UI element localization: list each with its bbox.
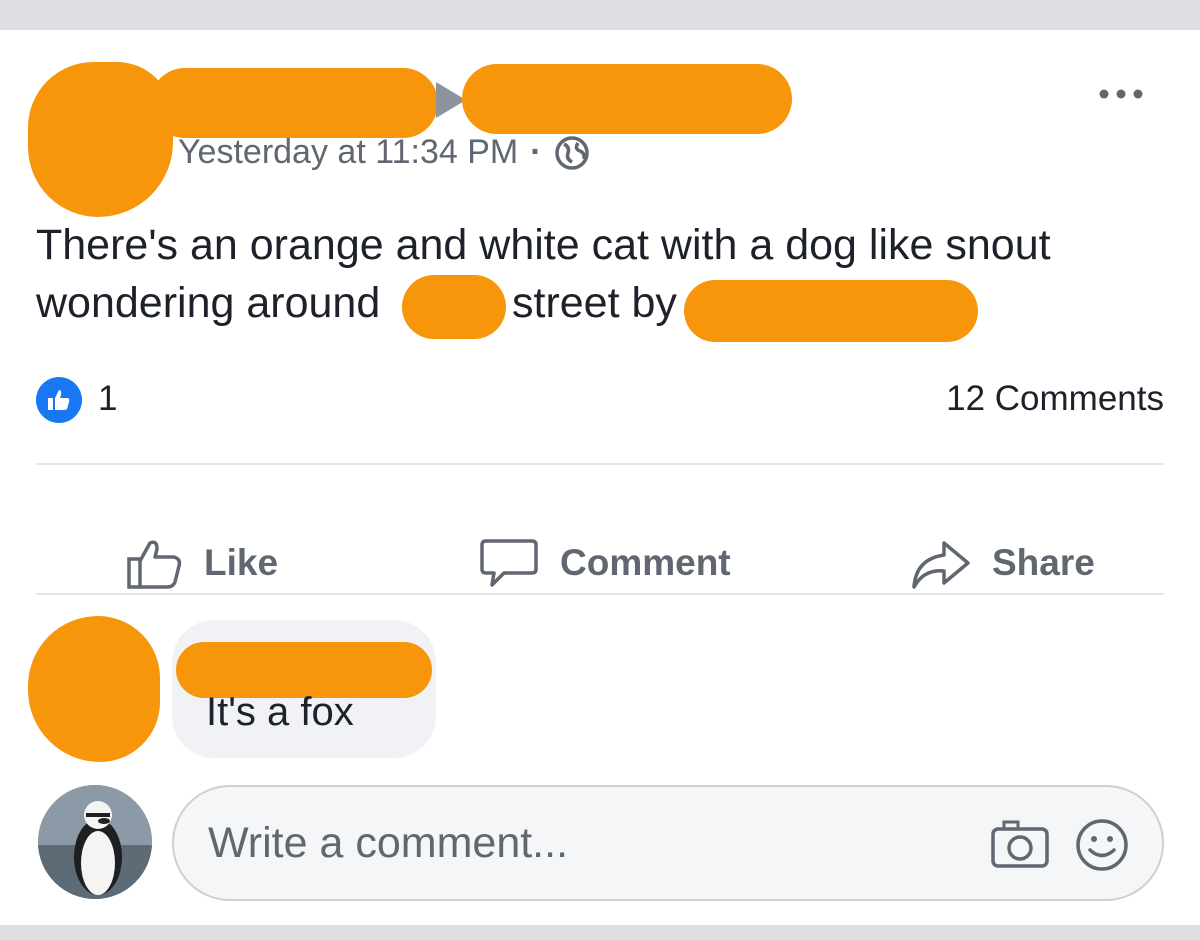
post-text-line-1: There's an orange and white cat with a d…	[36, 221, 1051, 269]
share-button[interactable]: Share	[910, 528, 1095, 598]
current-user-avatar[interactable]	[38, 785, 152, 899]
redacted-location	[684, 280, 978, 342]
post-text-line-2: wondering around street by	[36, 274, 1176, 332]
globe-icon	[554, 135, 589, 170]
like-outline-icon	[127, 540, 182, 589]
redacted-target-name[interactable]	[462, 64, 792, 134]
thumbs-up-icon	[48, 390, 70, 410]
meta-separator: ·	[530, 133, 542, 171]
comment-text: It's a fox	[206, 690, 354, 734]
more-options-icon[interactable]	[1098, 87, 1144, 101]
like-count[interactable]: 1	[98, 379, 117, 419]
post-timestamp[interactable]: Yesterday at 11:34 PM	[178, 133, 518, 172]
post-card: Yesterday at 11:34 PM · There's an orang…	[0, 30, 1200, 925]
post-text-segment-b: street by	[512, 279, 677, 327]
emoji-icon[interactable]	[1074, 817, 1130, 873]
comment-input[interactable]: Write a comment...	[172, 785, 1164, 901]
redacted-commenter-avatar[interactable]	[28, 616, 160, 762]
comment-label: Comment	[560, 542, 731, 583]
post-meta: Yesterday at 11:34 PM ·	[178, 133, 590, 172]
camera-icon[interactable]	[990, 819, 1050, 869]
comment-input-placeholder: Write a comment...	[208, 819, 569, 867]
redacted-author-avatar[interactable]	[28, 62, 173, 217]
share-label: Share	[992, 542, 1095, 583]
like-badge[interactable]	[36, 377, 82, 423]
like-button[interactable]: Like	[124, 528, 278, 598]
redacted-street-name	[402, 275, 506, 339]
post-body: There's an orange and white cat with a d…	[36, 216, 1176, 332]
comment-button[interactable]: Comment	[478, 528, 731, 598]
penguin-avatar-icon	[38, 785, 152, 899]
divider-bottom	[36, 593, 1164, 595]
comment-bubble-icon	[480, 539, 538, 587]
like-label: Like	[204, 542, 279, 583]
divider-top	[36, 463, 1164, 465]
comment-count[interactable]: 12 Comments	[946, 379, 1164, 419]
share-arrow-icon	[912, 541, 970, 589]
redacted-author-name[interactable]	[150, 68, 438, 138]
post-text-segment-a: wondering around	[36, 279, 381, 327]
